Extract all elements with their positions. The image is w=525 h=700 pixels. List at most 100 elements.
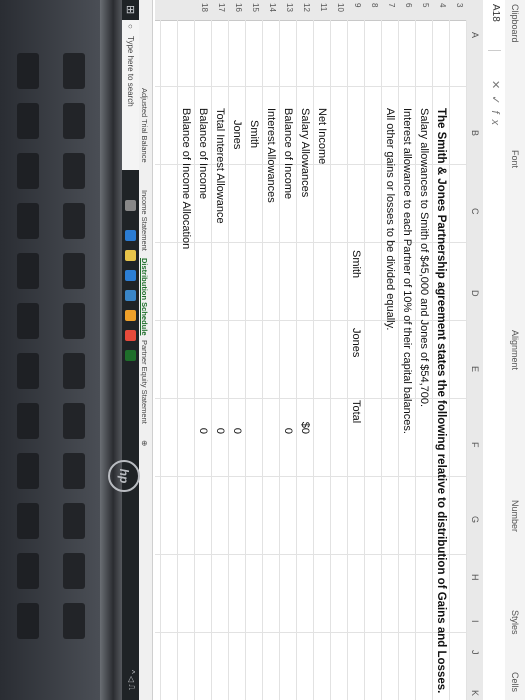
column-header[interactable]: C (470, 208, 480, 215)
row-header[interactable]: 11 (319, 3, 328, 11)
row-header[interactable]: 12 (302, 3, 311, 12)
store-icon[interactable] (125, 270, 136, 281)
row-header[interactable]: 4 (438, 3, 447, 7)
column-headers: A B C D E F G H I J K (466, 0, 483, 700)
laptop-screen: Clipboard Font Alignment Number Styles C… (122, 0, 525, 700)
excel-icon[interactable] (125, 350, 136, 361)
search-icon: ○ (126, 24, 135, 29)
laptop-hinge (100, 0, 122, 700)
row-header[interactable]: 15 (251, 3, 260, 12)
label-salary-allowances[interactable]: Salary Allowances (299, 108, 311, 197)
label-interest-allowances[interactable]: Interest Allowances (265, 108, 277, 203)
cancel-icon[interactable]: ✕ (489, 80, 501, 95)
value-balance-total-2[interactable]: 0 (197, 394, 209, 434)
app-icon[interactable] (125, 310, 136, 321)
system-tray-icon[interactable]: ^ ◁ ⎍ (126, 670, 136, 690)
tab-partner-equity-statement[interactable]: Partner Equity Statement (140, 340, 149, 424)
column-header[interactable]: G (470, 516, 480, 523)
row-header[interactable]: 18 (200, 3, 209, 12)
row-header[interactable]: 14 (268, 3, 277, 12)
row-header[interactable]: 7 (387, 3, 396, 7)
ribbon-group-labels: Clipboard Font Alignment Number Styles C… (504, 0, 525, 700)
salary-terms[interactable]: Salary allowances to Smith of $45,000 an… (418, 108, 430, 407)
keyboard-key (17, 153, 39, 189)
row-header[interactable]: 10 (336, 3, 345, 12)
windows-start-icon[interactable]: ⊞ (124, 5, 137, 14)
keyboard-key (63, 103, 85, 139)
column-header[interactable]: E (470, 366, 480, 372)
mail-icon[interactable] (125, 290, 136, 301)
ribbon-group-alignment[interactable]: Alignment (510, 330, 520, 370)
name-box[interactable]: A18 (488, 4, 501, 51)
file-explorer-icon[interactable] (125, 250, 136, 261)
label-jones[interactable]: Jones (231, 120, 243, 149)
column-header[interactable]: J (470, 650, 480, 655)
keyboard-key (17, 353, 39, 389)
row-header[interactable]: 8 (370, 3, 379, 7)
hp-logo: hp (108, 460, 140, 492)
edge-icon[interactable] (125, 230, 136, 241)
value-balance-total[interactable]: 0 (282, 394, 294, 434)
enter-icon[interactable]: ✓ (489, 95, 501, 110)
keyboard-key (63, 203, 85, 239)
tab-income-statement[interactable]: Income Statement (140, 190, 149, 251)
taskbar-search[interactable]: ○ Type here to search (122, 20, 139, 170)
tab-distribution-schedule[interactable]: Distribution Schedule (140, 258, 149, 336)
row-header[interactable]: 16 (234, 3, 243, 12)
header-jones[interactable]: Jones (350, 328, 362, 357)
label-balance-allocation[interactable]: Balance of Income Allocation (180, 108, 192, 249)
keyboard-key (17, 253, 39, 289)
column-header[interactable]: F (470, 442, 480, 448)
tab-adjusted-trial-balance[interactable]: Adjusted Trial Balance (140, 88, 149, 163)
row-header[interactable]: 13 (285, 3, 294, 12)
chrome-icon[interactable] (125, 330, 136, 341)
worksheet-grid[interactable]: The Smith & Jones Partnership agreement … (155, 20, 467, 700)
laptop-keyboard (0, 0, 100, 700)
keyboard-key (17, 453, 39, 489)
ribbon-group-number[interactable]: Number (510, 500, 520, 532)
ribbon-group-styles[interactable]: Styles (510, 610, 520, 635)
label-balance-of-income[interactable]: Balance of Income (282, 108, 294, 199)
remainder-terms[interactable]: All other gains or losses to be divided … (384, 108, 396, 330)
keyboard-key (17, 103, 39, 139)
column-header[interactable]: D (470, 290, 480, 297)
value-jones-interest[interactable]: 0 (231, 394, 243, 434)
value-total-interest[interactable]: 0 (214, 394, 226, 434)
label-smith[interactable]: Smith (248, 120, 260, 148)
row-header[interactable]: 3 (455, 3, 464, 7)
add-sheet-icon[interactable]: ⊕ (140, 440, 149, 446)
interest-terms[interactable]: Interest allowance to each Partner of 10… (401, 108, 413, 434)
function-icon[interactable]: fx (489, 110, 501, 131)
keyboard-key (17, 203, 39, 239)
column-header[interactable]: B (470, 130, 480, 136)
label-total-interest[interactable]: Total Interest Allowance (214, 108, 226, 224)
windows-taskbar: ⊞ ○ Type here to search ^ ◁ ⎍ (122, 0, 139, 700)
row-header[interactable]: 9 (353, 3, 362, 7)
value-salary-total[interactable]: $0 (299, 394, 311, 434)
label-net-income[interactable]: Net Income (316, 108, 328, 164)
keyboard-key (17, 603, 39, 639)
header-total[interactable]: Total (350, 400, 362, 423)
column-header[interactable]: A (470, 32, 480, 38)
ribbon-group-cells[interactable]: Cells (510, 672, 520, 692)
keyboard-key (17, 553, 39, 589)
formula-bar: A18 ✕✓fx (482, 0, 505, 700)
formula-icons: ✕✓fx (489, 80, 502, 131)
row-headers: 3 4 5 6 7 8 9 10 11 12 13 14 15 16 17 18 (155, 0, 467, 21)
keyboard-key (17, 53, 39, 89)
sheet-title[interactable]: The Smith & Jones Partnership agreement … (435, 108, 447, 693)
row-header[interactable]: 17 (217, 3, 226, 12)
row-header[interactable]: 5 (421, 3, 430, 7)
sheet-tabs: Adjusted Trial Balance Income Statement … (138, 0, 153, 700)
row-header[interactable]: 6 (404, 3, 413, 7)
label-balance-of-income-2[interactable]: Balance of Income (197, 108, 209, 199)
header-smith[interactable]: Smith (350, 250, 362, 278)
column-header[interactable]: K (470, 690, 480, 696)
keyboard-key (63, 453, 85, 489)
ribbon-group-font[interactable]: Font (510, 150, 520, 168)
column-header[interactable]: I (470, 620, 480, 623)
task-view-icon[interactable] (125, 200, 136, 211)
search-placeholder: Type here to search (126, 36, 135, 107)
ribbon-group-clipboard[interactable]: Clipboard (510, 4, 520, 43)
column-header[interactable]: H (470, 574, 480, 581)
